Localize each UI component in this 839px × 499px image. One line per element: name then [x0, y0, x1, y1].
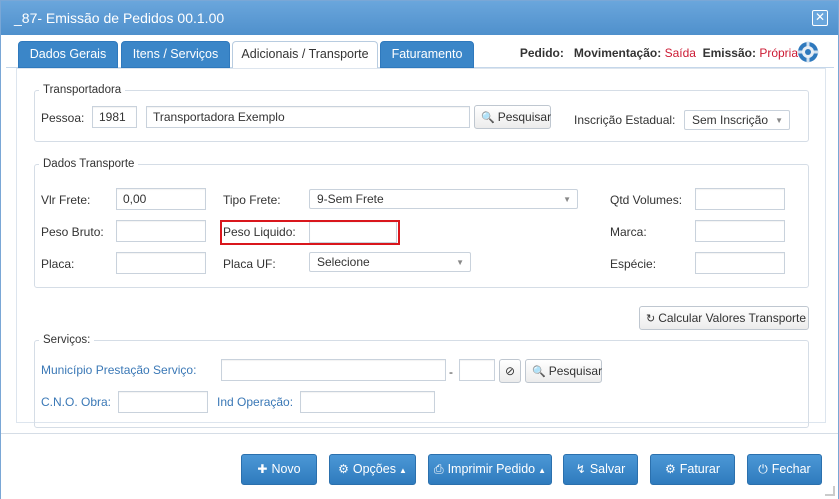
transportadora-legend: Transportadora	[43, 84, 122, 96]
servicos-legend: Serviços:	[43, 334, 91, 346]
clear-button[interactable]: ⊘	[499, 359, 521, 383]
tab-itens-servicos[interactable]: Itens / Serviços	[121, 41, 230, 68]
salvar-label: Salvar	[589, 462, 626, 476]
dados-transporte-legend: Dados Transporte	[43, 158, 135, 170]
print-icon: ⎙	[433, 462, 444, 476]
highlight-box	[220, 220, 400, 245]
placa-field[interactable]	[116, 252, 206, 274]
especie-label: Espécie:	[610, 257, 657, 271]
faturar-label: Faturar	[679, 462, 721, 476]
calcular-label: Calcular Valores Transporte	[658, 311, 807, 325]
inscricao-estadual-value: Sem Inscrição	[692, 113, 769, 127]
especie-field[interactable]	[695, 252, 785, 274]
municipio-code-field[interactable]	[459, 359, 495, 381]
tab-faturamento[interactable]: Faturamento	[380, 41, 474, 68]
movimentacao-label: Movimentação:	[573, 46, 662, 60]
municipio-label: Município Prestação Serviço:	[41, 363, 197, 377]
tipo-frete-select[interactable]: 9-Sem Frete ▼	[309, 189, 578, 209]
imprimir-label: Imprimir Pedido	[447, 462, 536, 476]
tab-adicionais-transporte[interactable]: Adicionais / Transporte	[232, 41, 378, 69]
resize-handle[interactable]	[825, 486, 835, 496]
search-icon: 🔍	[532, 366, 546, 378]
placa-uf-select[interactable]: Selecione ▼	[309, 252, 471, 272]
emissao-value: Própria	[759, 46, 798, 60]
vlr-frete-label: Vlr Frete:	[41, 193, 91, 207]
calcular-transporte-button[interactable]: ↻ Calcular Valores Transporte	[639, 306, 809, 330]
inscricao-estadual-label: Inscrição Estadual:	[574, 113, 676, 127]
placa-uf-label: Placa UF:	[223, 257, 276, 271]
novo-button[interactable]: ✚ Novo	[241, 454, 317, 485]
power-icon: ⏻	[758, 462, 768, 476]
tab-dados-gerais[interactable]: Dados Gerais	[18, 41, 118, 68]
window-title: _87- Emissão de Pedidos 00.1.00	[14, 10, 225, 26]
tipo-frete-value: 9-Sem Frete	[317, 192, 384, 206]
vlr-frete-field[interactable]: 0,00	[116, 188, 206, 210]
servicos-group: Serviços:	[34, 334, 809, 428]
gear-icon[interactable]	[796, 40, 820, 64]
movimentacao-value: Saída	[664, 46, 696, 60]
inscricao-estadual-select[interactable]: Sem Inscrição ▼	[684, 110, 790, 130]
caret-down-icon: ▲	[538, 466, 547, 475]
pessoa-label: Pessoa:	[41, 111, 85, 125]
pedido-label: Pedido:	[519, 46, 564, 60]
municipio-dash: -	[449, 365, 453, 379]
gear-icon: ⚙	[664, 462, 676, 476]
tipo-frete-label: Tipo Frete:	[223, 193, 281, 207]
municipio-field[interactable]	[221, 359, 446, 381]
pessoa-name-field[interactable]: Transportadora Exemplo	[146, 106, 470, 128]
pessoa-search-label: Pesquisar	[497, 110, 552, 124]
novo-label: Novo	[271, 462, 301, 476]
opcoes-button[interactable]: ⚙ Opções ▲	[329, 454, 416, 485]
peso-bruto-field[interactable]	[116, 220, 206, 242]
order-info: Pedido: Movimentação: Saída Emissão: Pró…	[520, 46, 798, 60]
salvar-button[interactable]: ↯ Salvar	[563, 454, 638, 485]
action-bar: ✚ Novo ⚙ Opções ▲ ⎙ Imprimir Pedido ▲ ↯ Salvar…	[1, 433, 838, 499]
search-icon: 🔍	[481, 112, 495, 124]
placa-uf-value: Selecione	[317, 255, 370, 269]
placa-label: Placa:	[41, 257, 75, 271]
ban-icon: ⊘	[504, 364, 516, 378]
emissao-label: Emissão:	[702, 46, 756, 60]
title-bar[interactable]: _87- Emissão de Pedidos 00.1.00 ✕	[1, 1, 838, 35]
qtd-volumes-field[interactable]	[695, 188, 785, 210]
pessoa-search-button[interactable]: 🔍 Pesquisar	[474, 105, 551, 129]
close-icon[interactable]: ✕	[812, 10, 828, 26]
refresh-icon: ↻	[646, 313, 656, 325]
cno-obra-label: C.N.O. Obra:	[41, 395, 112, 409]
faturar-button[interactable]: ⚙ Faturar	[650, 454, 735, 485]
chevron-down-icon: ▼	[563, 195, 571, 204]
marca-label: Marca:	[610, 225, 647, 239]
ind-operacao-label: Ind Operação:	[217, 395, 294, 409]
chevron-down-icon: ▼	[456, 258, 464, 267]
plus-icon: ✚	[257, 462, 268, 476]
chevron-down-icon: ▼	[775, 116, 783, 125]
qtd-volumes-label: Qtd Volumes:	[610, 193, 683, 207]
fechar-label: Fechar	[771, 462, 811, 476]
peso-bruto-label: Peso Bruto:	[41, 225, 104, 239]
marca-field[interactable]	[695, 220, 785, 242]
ind-operacao-field[interactable]	[300, 391, 435, 413]
municipio-search-label: Pesquisar	[548, 364, 603, 378]
imprimir-pedido-button[interactable]: ⎙ Imprimir Pedido ▲	[428, 454, 552, 485]
caret-down-icon: ▲	[398, 466, 407, 475]
cno-obra-field[interactable]	[118, 391, 208, 413]
gear-icon: ⚙	[338, 462, 349, 476]
fechar-button[interactable]: ⏻ Fechar	[747, 454, 822, 485]
pessoa-code-field[interactable]: 1981	[92, 106, 137, 128]
save-icon: ↯	[575, 462, 586, 476]
opcoes-label: Opções	[352, 462, 396, 476]
municipio-search-button[interactable]: 🔍 Pesquisar	[525, 359, 602, 383]
order-dialog: _87- Emissão de Pedidos 00.1.00 ✕ Dados …	[0, 0, 839, 499]
